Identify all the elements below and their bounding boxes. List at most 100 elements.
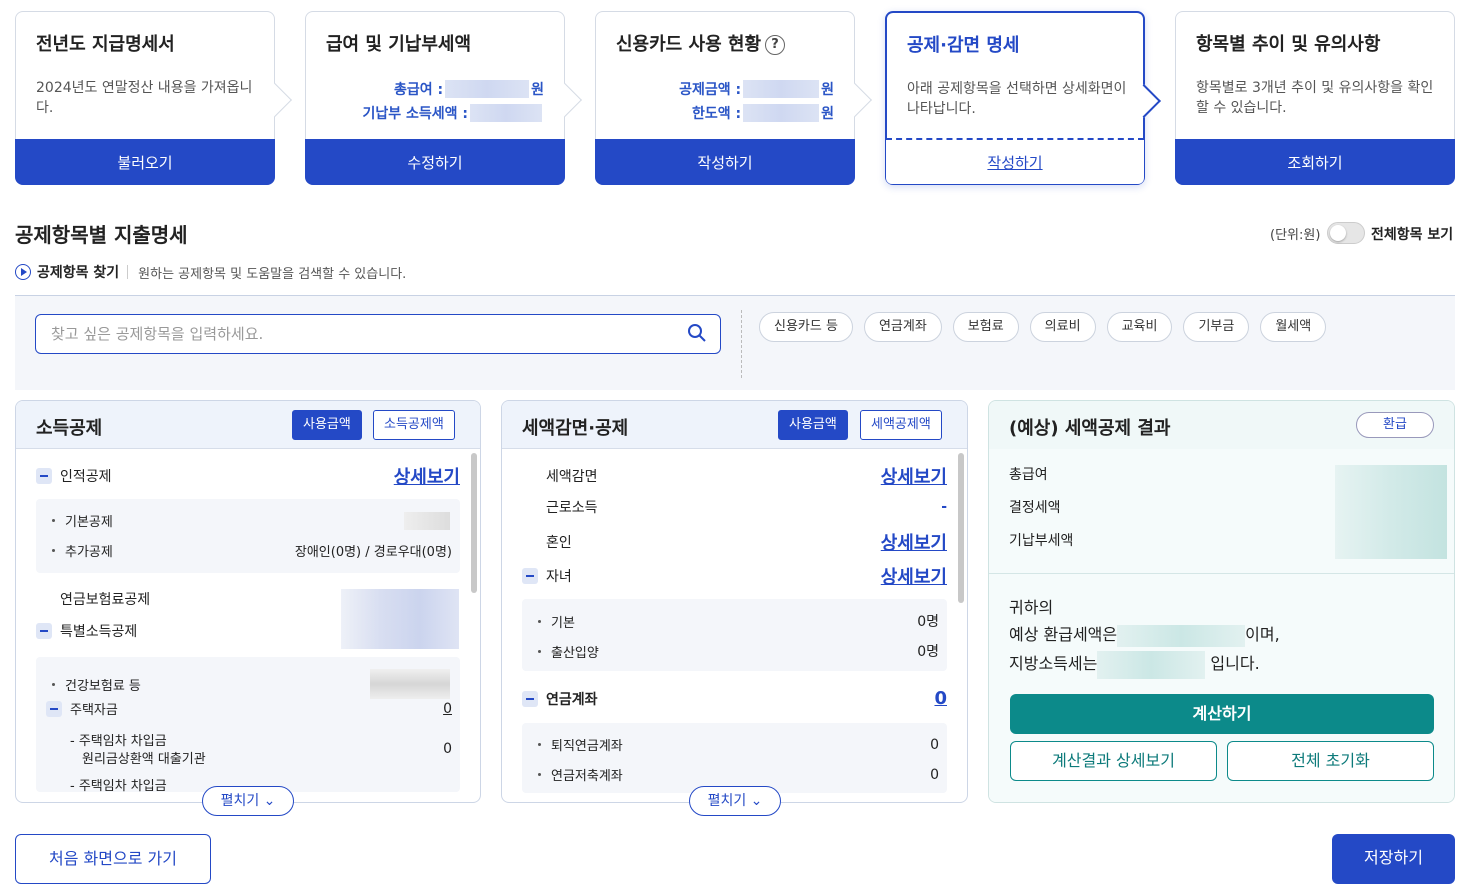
show-all-toggle[interactable] <box>1327 222 1365 244</box>
result-detail-button[interactable]: 계산결과 상세보기 <box>1010 741 1217 781</box>
write-button[interactable]: 작성하기 <box>595 139 855 185</box>
sub-row: 퇴직연금계좌 0 <box>538 735 939 754</box>
panel-header: 소득공제 사용금액 소득공제액 <box>16 401 480 449</box>
chevron-down-icon: ⌄ <box>263 793 276 809</box>
summary-text: 이며, <box>1245 625 1280 644</box>
divider <box>127 265 129 279</box>
row-label: 세액감면 <box>546 469 598 485</box>
search-area: 찾고 싶은 공제항목을 입력하세요. 신용카드 등 연금계좌 보험료 의료비 교… <box>15 295 1455 390</box>
row-label: 기본 <box>551 615 575 631</box>
deduction-amount-button[interactable]: 소득공제액 <box>373 410 455 440</box>
panel-title: 소득공제 <box>36 418 103 439</box>
row-value: 0명 <box>917 614 939 630</box>
chevron-down-icon: ⌄ <box>750 793 763 809</box>
row-value[interactable]: 0 <box>443 701 452 717</box>
chip-insurance[interactable]: 보험료 <box>952 312 1019 342</box>
search-input[interactable]: 찾고 싶은 공제항목을 입력하세요. <box>35 314 721 354</box>
prepaid-tax-label: 기납부세액 <box>1009 533 1074 549</box>
kv-label: 한도액 : <box>691 106 742 122</box>
search-icon[interactable] <box>687 323 707 343</box>
step-cards: 전년도 지급명세서 2024년도 연말정산 내용을 가져옵니다. 불러오기 급여… <box>15 11 1455 186</box>
result-panel: (예상) 세액공제 결과 환급 총급여 결정세액 기납부세액 귀하의 예상 환급… <box>988 400 1455 803</box>
step-title: 전년도 지급명세서 <box>36 34 175 55</box>
collapse-icon[interactable] <box>522 690 538 707</box>
panel-title: (예상) 세액공제 결과 <box>1009 418 1171 439</box>
bullet <box>538 619 541 623</box>
step-salary: 급여 및 기납부세액 총급여 : 원 기납부 소득세액 : 수정하기 <box>305 11 582 185</box>
toggle-label: 전체항목 보기 <box>1371 227 1454 243</box>
write-button-active[interactable]: 작성하기 <box>886 138 1144 184</box>
finder-label: 공제항목 찾기 <box>37 265 120 281</box>
collapse-icon[interactable] <box>46 700 62 717</box>
chip-donation[interactable]: 기부금 <box>1183 312 1250 342</box>
step-creditcard: 신용카드 사용 현황? 공제금액 : 원 한도액 : 원 작성하기 <box>595 11 872 185</box>
detail-link[interactable]: 상세보기 <box>881 529 947 555</box>
decided-tax-label: 결정세액 <box>1009 500 1061 516</box>
loan-line: 원리금상환액 대출기관 <box>82 752 206 767</box>
expand-button[interactable]: 펼치기 ⌄ <box>689 786 781 816</box>
collapse-icon[interactable] <box>522 568 538 584</box>
detail-link[interactable]: 상세보기 <box>394 463 460 489</box>
housing-row[interactable]: 주택자금 0 <box>46 699 452 718</box>
panel-title: 세액감면·공제 <box>522 418 629 439</box>
detail-link[interactable]: 상세보기 <box>881 563 947 589</box>
view-button[interactable]: 조회하기 <box>1175 139 1455 185</box>
chip-rent[interactable]: 월세액 <box>1260 312 1327 342</box>
chip-pension[interactable]: 연금계좌 <box>863 312 942 342</box>
bullet <box>538 773 541 776</box>
row-value: 0 <box>930 766 939 783</box>
edit-button[interactable]: 수정하기 <box>305 139 565 185</box>
loan-line: - 주택임차 차입금 <box>70 779 167 794</box>
bullet <box>52 519 55 522</box>
credit-amount-button[interactable]: 세액공제액 <box>860 410 942 440</box>
row-value: 0 <box>443 741 452 757</box>
step-title: 항목별 추이 및 유의사항 <box>1196 34 1381 55</box>
step-deduction: 공제·감면 명세 아래 공제항목을 선택하면 상세화면이 나타납니다. 작성하기 <box>885 11 1161 185</box>
scrollbar[interactable] <box>471 453 477 593</box>
reset-all-button[interactable]: 전체 초기화 <box>1227 741 1434 781</box>
help-icon[interactable]: ? <box>765 35 786 55</box>
total-salary-label: 총급여 <box>1009 467 1048 483</box>
sub-row: 연금저축계좌 0 <box>538 765 939 784</box>
row-label: 자녀 <box>546 569 572 585</box>
finder-hint: 원하는 공제항목 및 도움말을 검색할 수 있습니다. <box>138 266 407 282</box>
kv-label: 공제금액 : <box>679 82 742 98</box>
chip-education[interactable]: 교육비 <box>1106 312 1173 342</box>
pension-account-row[interactable]: 연금계좌 0 <box>522 688 947 709</box>
step-desc: 아래 공제항목을 선택하면 상세화면이 나타납니다. <box>907 81 1127 117</box>
calculate-button[interactable]: 계산하기 <box>1010 694 1434 734</box>
bullet <box>52 549 55 552</box>
row-label: 인적공제 <box>60 469 112 485</box>
special-row[interactable]: 특별소득공제 <box>36 621 460 641</box>
loan-line: - 주택임차 차입금 <box>70 734 167 749</box>
expand-label: 펼치기 <box>707 793 747 809</box>
row-label: 건강보험료 등 <box>65 678 141 694</box>
collapse-icon[interactable] <box>36 623 52 639</box>
detail-link[interactable]: 상세보기 <box>881 463 947 489</box>
scrollbar[interactable] <box>958 453 964 603</box>
masked-value <box>1117 624 1246 647</box>
step-desc: 2024년도 연말정산 내용을 가져옵니다. <box>36 80 253 116</box>
sub-row: 출산입양 0명 <box>538 641 939 661</box>
row-label: 연금보험료공제 <box>60 592 151 608</box>
collapse-icon[interactable] <box>36 468 52 484</box>
summary-text: 입니다. <box>1210 654 1260 673</box>
personal-row[interactable]: 인적공제 상세보기 <box>36 463 460 489</box>
finder-row: 공제항목 찾기 원하는 공제항목 및 도움말을 검색할 수 있습니다. <box>15 262 406 282</box>
step-arrow <box>548 83 582 117</box>
masked-value <box>1097 650 1206 679</box>
load-button[interactable]: 불러오기 <box>15 139 275 185</box>
expand-button[interactable]: 펼치기 ⌄ <box>202 786 294 816</box>
used-amount-button[interactable]: 사용금액 <box>778 410 848 440</box>
used-amount-button[interactable]: 사용금액 <box>292 410 362 440</box>
row-value[interactable]: 0 <box>934 688 947 709</box>
row-label: 특별소득공제 <box>60 624 138 640</box>
row-label: 연금계좌 <box>546 691 598 708</box>
kv-label: 기납부 소득세액 : <box>362 106 468 122</box>
step-desc: 항목별로 3개년 추이 및 유의사항을 확인할 수 있습니다. <box>1196 80 1434 116</box>
child-row[interactable]: 자녀 상세보기 <box>522 563 947 589</box>
chip-creditcard[interactable]: 신용카드 등 <box>759 312 853 342</box>
panel-header: (예상) 세액공제 결과 환급 <box>989 401 1454 449</box>
summary-line: 귀하의 <box>1009 598 1054 617</box>
chip-medical[interactable]: 의료비 <box>1029 312 1096 342</box>
